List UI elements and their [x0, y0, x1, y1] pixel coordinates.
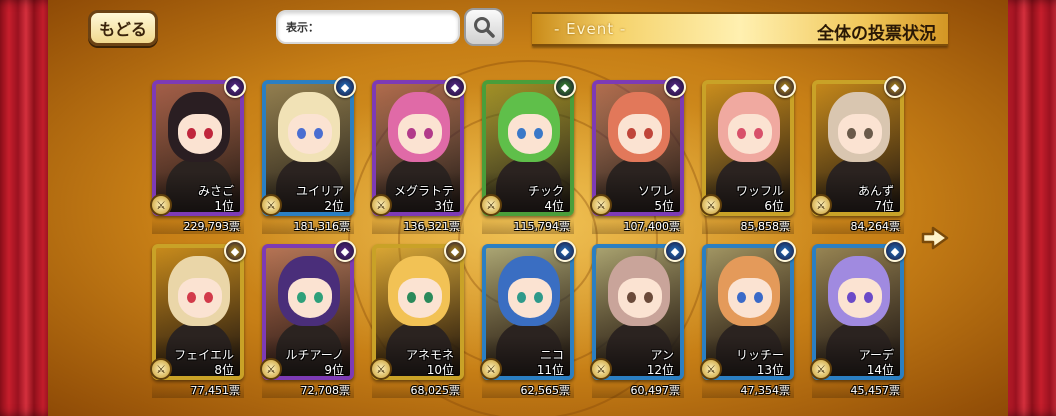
character-rank: 13位	[756, 363, 784, 377]
weapon-type-icon: ⚔	[370, 358, 392, 380]
attribute-icon: ◆	[334, 240, 356, 262]
character-card[interactable]: フェイエル 8位 ◆ ⚔ 77,451票	[150, 240, 246, 398]
vote-count: 115,794票	[482, 218, 574, 234]
character-rank: 10位	[426, 363, 454, 377]
weapon-type-icon: ⚔	[150, 358, 172, 380]
character-card[interactable]: ルチアーノ 9位 ◆ ⚔ 72,708票	[260, 240, 356, 398]
search-label: 表示：	[286, 21, 319, 34]
character-card[interactable]: アネモネ 10位 ◆ ⚔ 68,025票	[370, 240, 466, 398]
character-card[interactable]: ワッフル 6位 ◆ ⚔ 85,858票	[700, 76, 796, 234]
page-title: 全体の投票状況	[817, 24, 936, 44]
character-card[interactable]: ニコ 11位 ◆ ⚔ 62,565票	[480, 240, 576, 398]
weapon-type-icon: ⚔	[370, 194, 392, 216]
attribute-icon: ◆	[884, 76, 906, 98]
character-rank: 11位	[536, 363, 564, 377]
attribute-icon: ◆	[774, 240, 796, 262]
next-page-button[interactable]	[918, 218, 956, 258]
vote-count: 68,025票	[372, 382, 464, 398]
weapon-type-icon: ⚔	[480, 358, 502, 380]
search-box[interactable]: 表示：	[276, 10, 460, 44]
character-rank: 5位	[654, 199, 674, 213]
character-rank: 7位	[874, 199, 894, 213]
weapon-type-icon: ⚔	[590, 358, 612, 380]
weapon-type-icon: ⚔	[590, 194, 612, 216]
attribute-icon: ◆	[224, 76, 246, 98]
attribute-icon: ◆	[554, 76, 576, 98]
character-rank: 6位	[764, 199, 784, 213]
attribute-icon: ◆	[444, 76, 466, 98]
character-card[interactable]: みさご 1位 ◆ ⚔ 229,793票	[150, 76, 246, 234]
weapon-type-icon: ⚔	[150, 194, 172, 216]
vote-count: 84,264票	[812, 218, 904, 234]
attribute-icon: ◆	[774, 76, 796, 98]
vote-count: 60,497票	[592, 382, 684, 398]
weapon-type-icon: ⚔	[480, 194, 502, 216]
vote-count: 77,451票	[152, 382, 244, 398]
character-card[interactable]: リッチー 13位 ◆ ⚔ 47,354票	[700, 240, 796, 398]
character-rank: 1位	[214, 199, 234, 213]
search-button[interactable]	[464, 8, 504, 46]
character-rank: 14位	[866, 363, 894, 377]
attribute-icon: ◆	[884, 240, 906, 262]
vote-count: 136,321票	[372, 218, 464, 234]
character-rank: 4位	[544, 199, 564, 213]
attribute-icon: ◆	[334, 76, 356, 98]
character-card[interactable]: チック 4位 ◆ ⚔ 115,794票	[480, 76, 576, 234]
vote-count: 45,457票	[812, 382, 904, 398]
character-card[interactable]: アン 12位 ◆ ⚔ 60,497票	[590, 240, 686, 398]
weapon-type-icon: ⚔	[700, 194, 722, 216]
vote-count: 72,708票	[262, 382, 354, 398]
attribute-icon: ◆	[554, 240, 576, 262]
vote-count: 107,400票	[592, 218, 684, 234]
character-card[interactable]: メグラトテ 3位 ◆ ⚔ 136,321票	[370, 76, 466, 234]
vote-count: 85,858票	[702, 218, 794, 234]
character-rank: 3位	[434, 199, 454, 213]
weapon-type-icon: ⚔	[810, 194, 832, 216]
vote-count: 229,793票	[152, 218, 244, 234]
character-card[interactable]: あんず 7位 ◆ ⚔ 84,264票	[810, 76, 906, 234]
character-card[interactable]: ユイリア 2位 ◆ ⚔ 181,316票	[260, 76, 356, 234]
search-icon	[474, 17, 495, 38]
weapon-type-icon: ⚔	[700, 358, 722, 380]
event-label: - Event -	[554, 20, 627, 38]
character-card[interactable]: アーデ 14位 ◆ ⚔ 45,457票	[810, 240, 906, 398]
next-arrow-icon	[921, 226, 949, 250]
attribute-icon: ◆	[224, 240, 246, 262]
weapon-type-icon: ⚔	[260, 358, 282, 380]
character-rank: 9位	[324, 363, 344, 377]
character-rank: 8位	[214, 363, 234, 377]
weapon-type-icon: ⚔	[260, 194, 282, 216]
attribute-icon: ◆	[664, 76, 686, 98]
event-banner: - Event - 全体の投票状況	[532, 12, 948, 46]
vote-count: 181,316票	[262, 218, 354, 234]
back-button[interactable]: もどる	[88, 10, 158, 46]
vote-count: 47,354票	[702, 382, 794, 398]
attribute-icon: ◆	[664, 240, 686, 262]
attribute-icon: ◆	[444, 240, 466, 262]
character-rank: 2位	[324, 199, 344, 213]
weapon-type-icon: ⚔	[810, 358, 832, 380]
character-card[interactable]: ソワレ 5位 ◆ ⚔ 107,400票	[590, 76, 686, 234]
search-input[interactable]	[321, 20, 458, 34]
vote-count: 62,565票	[482, 382, 574, 398]
character-rank: 12位	[646, 363, 674, 377]
